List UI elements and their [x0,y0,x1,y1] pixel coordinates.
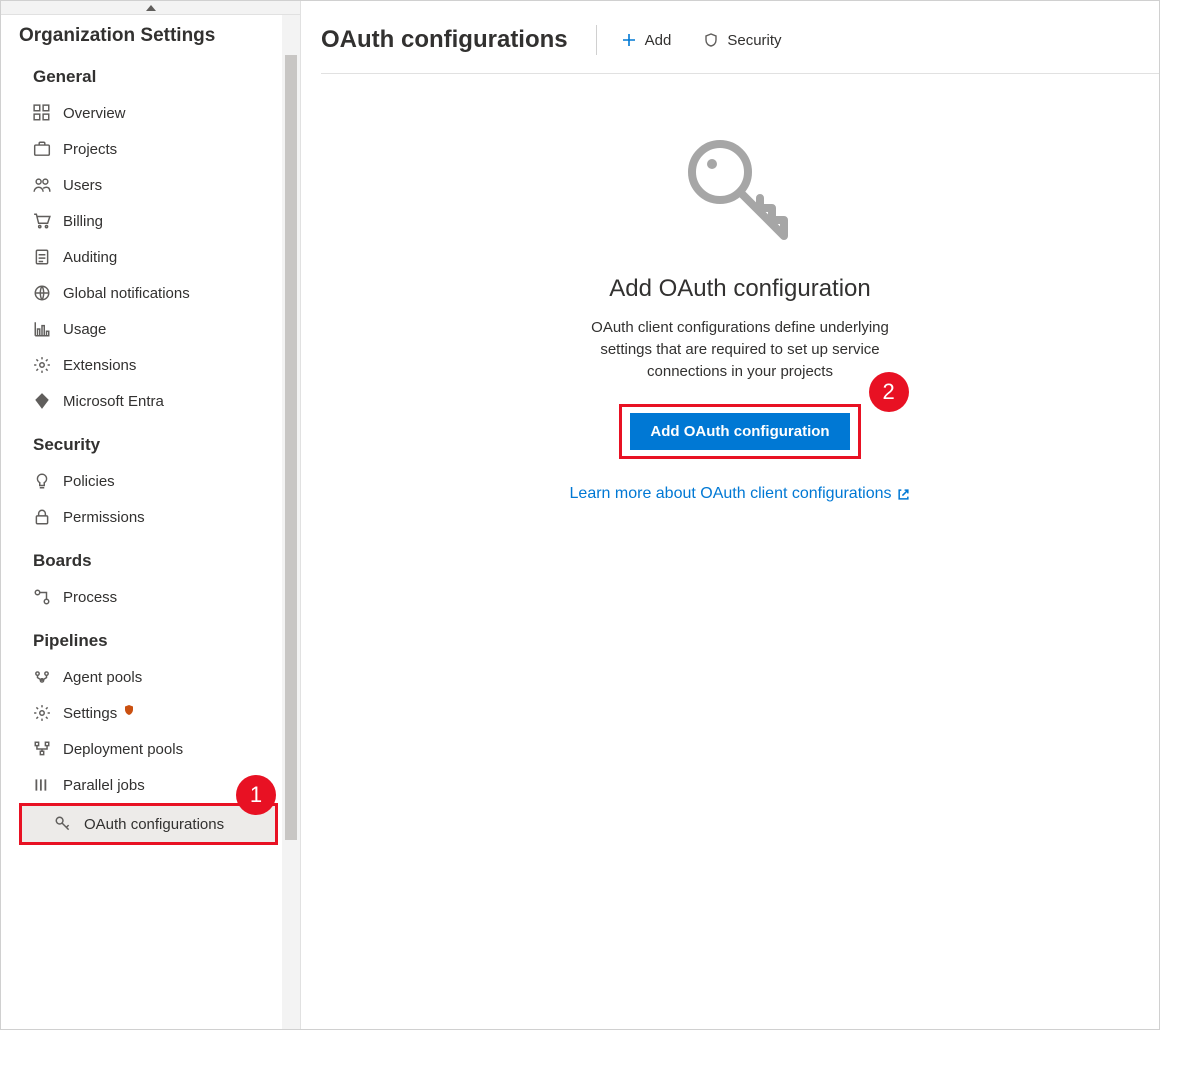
external-link-icon [897,488,910,501]
lightbulb-icon [33,472,51,490]
shield-icon [703,32,719,48]
grid-icon [33,104,51,122]
sidebar-item-label: Usage [63,321,106,338]
sidebar-item-process[interactable]: Process [1,579,282,615]
sidebar-item-auditing[interactable]: Auditing [1,239,282,275]
plus-icon [621,32,637,48]
callout-highlight-2: Add OAuth configuration [619,404,860,459]
sidebar-item-usage[interactable]: Usage [1,311,282,347]
sidebar-item-label: Auditing [63,249,117,266]
callout-badge-2: 2 [869,372,909,412]
globe-icon [33,284,51,302]
scroll-up-button[interactable] [1,1,300,15]
learn-more-link[interactable]: Learn more about OAuth client configurat… [570,485,911,503]
sidebar-item-label: Agent pools [63,669,142,686]
sidebar-title: Organization Settings [1,15,300,61]
add-button[interactable]: Add [607,26,686,55]
sidebar-item-label: Deployment pools [63,741,183,758]
main-header: OAuth configurations Add Security [321,25,1159,74]
sidebar-item-label: Permissions [63,509,145,526]
section-pipelines: Pipelines [1,615,282,659]
link-label: Learn more about OAuth client configurat… [570,485,892,503]
sidebar-item-billing[interactable]: Billing [1,203,282,239]
sidebar-item-label: Projects [63,141,117,158]
sidebar-item-label: Microsoft Entra [63,393,164,410]
section-security: Security [1,419,282,463]
gear-icon [33,704,51,722]
cart-icon [33,212,51,230]
sidebar-item-policies[interactable]: Policies [1,463,282,499]
gear-icon [33,356,51,374]
sidebar-item-label: Settings [63,705,117,722]
sidebar-item-microsoft-entra[interactable]: Microsoft Entra [1,383,282,419]
section-boards: Boards [1,535,282,579]
scrollbar-track[interactable] [282,15,300,1029]
sidebar-item-label: Parallel jobs [63,777,145,794]
clipboard-icon [33,248,51,266]
chevron-up-icon [146,5,156,11]
diamond-icon [33,392,51,410]
page-title: OAuth configurations [321,26,586,54]
sidebar-item-extensions[interactable]: Extensions [1,347,282,383]
chart-icon [33,320,51,338]
sidebar-item-label: Policies [63,473,115,490]
scrollbar-thumb[interactable] [285,55,297,840]
sidebar-item-overview[interactable]: Overview [1,95,282,131]
users-icon [33,176,51,194]
sidebar-item-permissions[interactable]: Permissions [1,499,282,535]
parallel-icon [33,776,51,794]
main-content: OAuth configurations Add Security Add OA… [301,1,1159,1029]
key-illustration-icon [680,132,800,255]
security-button[interactable]: Security [689,26,795,55]
sidebar-item-label: Billing [63,213,103,230]
sidebar-item-settings[interactable]: Settings [1,695,282,731]
toolbar-label: Security [727,32,781,49]
process-icon [33,588,51,606]
sidebar-item-users[interactable]: Users [1,167,282,203]
sidebar-item-label: Users [63,177,102,194]
pool-icon [33,668,51,686]
sidebar-item-label: Overview [63,105,126,122]
briefcase-icon [33,140,51,158]
add-oauth-configuration-button[interactable]: Add OAuth configuration [630,413,849,450]
sidebar-item-label: Process [63,589,117,606]
sidebar-item-label: Extensions [63,357,136,374]
lock-icon [33,508,51,526]
sidebar-item-global-notifications[interactable]: Global notifications [1,275,282,311]
sidebar-item-label: Global notifications [63,285,190,302]
empty-heading: Add OAuth configuration [609,275,871,303]
callout-badge-1: 1 [236,775,276,815]
empty-description: OAuth client configurations define under… [590,317,890,382]
section-general: General [1,61,282,95]
sidebar-item-agent-pools[interactable]: Agent pools [1,659,282,695]
sidebar-item-deployment-pools[interactable]: Deployment pools [1,731,282,767]
sidebar-item-projects[interactable]: Projects [1,131,282,167]
key-icon [54,815,72,833]
toolbar-label: Add [645,32,672,49]
sidebar-item-oauth-configurations[interactable]: OAuth configurations [19,803,278,845]
sidebar: Organization Settings General Overview P… [1,1,301,1029]
shield-badge-icon [123,703,135,715]
sidebar-item-label: OAuth configurations [84,816,224,833]
empty-state: Add OAuth configuration OAuth client con… [321,74,1159,1029]
divider [596,25,597,55]
deployment-icon [33,740,51,758]
